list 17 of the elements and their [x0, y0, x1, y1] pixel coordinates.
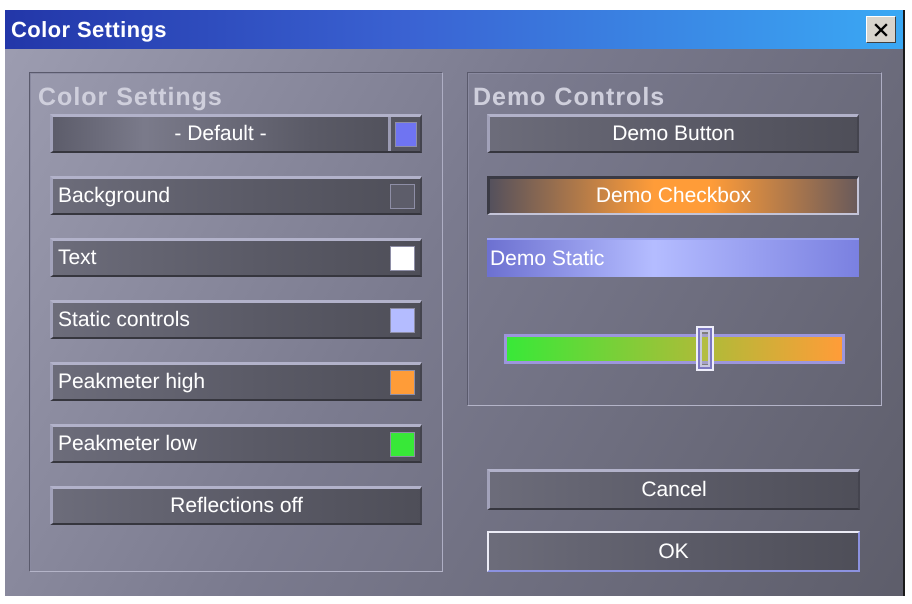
window-title: Color Settings: [11, 16, 167, 42]
color-item-button[interactable]: Peakmeter high: [50, 362, 422, 401]
color-item-button[interactable]: Background: [50, 176, 422, 215]
demo-static-label: Demo Static: [487, 238, 859, 277]
color-item-button[interactable]: Peakmeter low: [50, 424, 422, 463]
dialog-button[interactable]: Cancel: [487, 469, 860, 510]
demo-button[interactable]: Demo Button: [487, 114, 859, 153]
group-title: Color Settings: [38, 82, 223, 112]
close-button[interactable]: [866, 16, 896, 43]
scheme-dropdown[interactable]: - Default -: [50, 114, 422, 153]
color-item-button[interactable]: Text: [50, 238, 422, 277]
dialog-button[interactable]: OK: [487, 531, 860, 572]
color-item-button[interactable]: Static controls: [50, 300, 422, 339]
reflections-button[interactable]: Reflections off: [50, 486, 422, 525]
slider-thumb[interactable]: [696, 326, 714, 371]
close-icon: [874, 22, 888, 36]
group-title: Demo Controls: [473, 82, 666, 112]
